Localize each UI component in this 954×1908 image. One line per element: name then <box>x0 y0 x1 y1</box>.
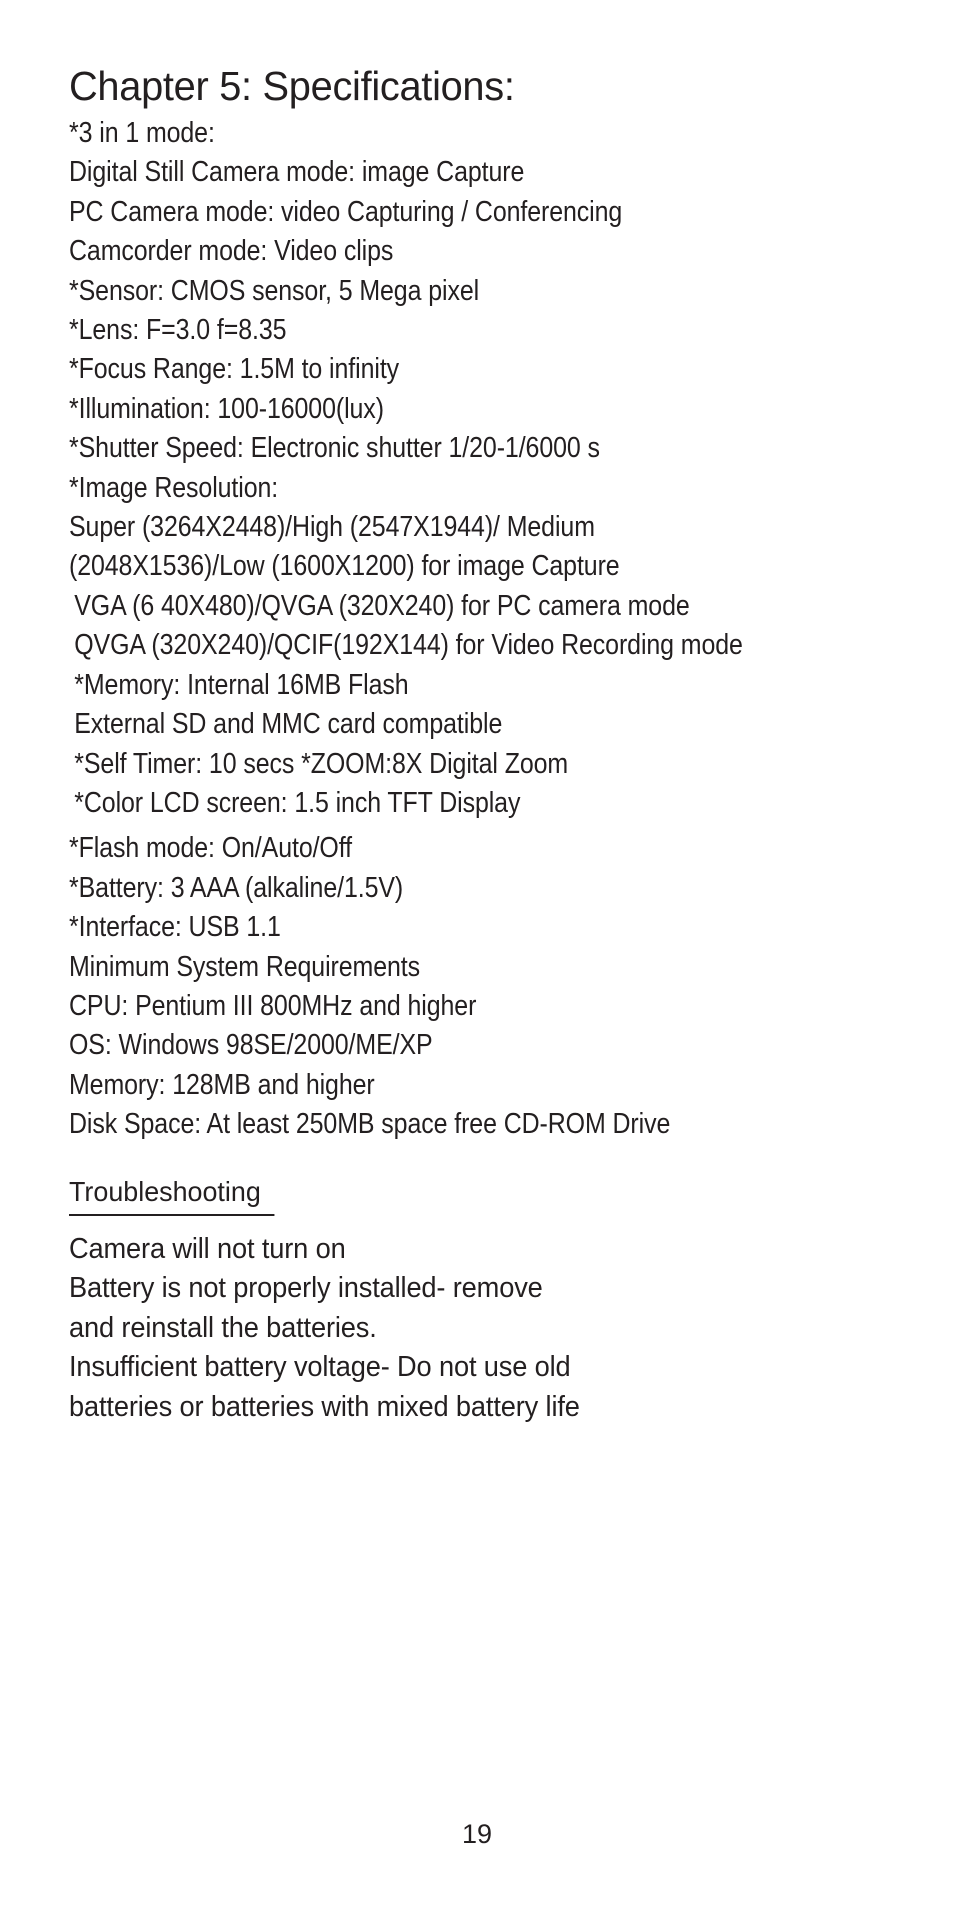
spec-line: *Sensor: CMOS sensor, 5 Mega pixel <box>69 274 480 307</box>
spec-line: Camcorder mode: Video clips <box>69 235 394 268</box>
spec-line: Minimum System Requirements <box>69 950 421 983</box>
spec-line: *Battery: 3 AAA (alkaline/1.5V) <box>69 871 404 904</box>
spec-line: Memory: 128MB and higher <box>69 1068 375 1101</box>
spec-line: VGA (6 40X480)/QVGA (320X240) for PC cam… <box>74 589 690 622</box>
spec-line: *3 in 1 mode: <box>69 117 215 149</box>
troubleshooting-line: and reinstall the batteries. <box>69 1311 377 1344</box>
page-content: Chapter 5: Specifications: *3 in 1 mode:… <box>69 62 899 1427</box>
spec-line: External SD and MMC card compatible <box>74 708 503 741</box>
spec-line: *Image Resolution: <box>69 471 279 504</box>
spec-line: *Illumination: 100-16000(lux) <box>69 392 384 425</box>
spec-line: OS: Windows 98SE/2000/ME/XP <box>69 1029 433 1062</box>
spec-line: *Flash mode: On/Auto/Off <box>69 832 352 865</box>
spec-line: Super (3264X2448)/High (2547X1944)/ Medi… <box>69 511 595 544</box>
document-page: Chapter 5: Specifications: *3 in 1 mode:… <box>0 0 954 1908</box>
specifications-list: *3 in 1 mode: Digital Still Camera mode: … <box>69 114 899 1145</box>
spec-line: *Focus Range: 1.5M to infinity <box>69 353 400 386</box>
troubleshooting-line: Insufficient battery voltage- Do not use… <box>69 1351 571 1384</box>
troubleshooting-line: batteries or batteries with mixed batter… <box>69 1390 580 1423</box>
spec-line: *Interface: USB 1.1 <box>69 911 281 944</box>
spec-line: *Shutter Speed: Electronic shutter 1/20-… <box>69 432 600 465</box>
spec-line: CPU: Pentium III 800MHz and higher <box>69 989 477 1022</box>
spec-line: (2048X1536)/Low (1600X1200) for image Ca… <box>69 550 620 583</box>
spec-line: *Lens: F=3.0 f=8.35 <box>69 314 287 347</box>
troubleshooting-line: Battery is not properly installed- remov… <box>69 1272 543 1305</box>
troubleshooting-line: Camera will not turn on <box>69 1232 346 1265</box>
page-number: 19 <box>461 1819 493 1849</box>
spec-line: QVGA (320X240)/QCIF(192X144) for Video R… <box>74 629 743 662</box>
spec-line: Digital Still Camera mode: image Capture <box>69 156 525 189</box>
spec-line: *Memory: Internal 16MB Flash <box>74 668 409 701</box>
spec-line: Disk Space: At least 250MB space free CD… <box>69 1108 671 1141</box>
troubleshooting-heading-wrapper: Troubleshooting <box>69 1175 899 1216</box>
spec-line: *Color LCD screen: 1.5 inch TFT Display <box>74 786 521 819</box>
page-title: Chapter 5: Specifications: <box>69 63 515 109</box>
troubleshooting-list: Camera will not turn on Battery is not pr… <box>69 1230 899 1428</box>
spec-line: *Self Timer: 10 secs *ZOOM:8X Digital Zo… <box>74 747 569 780</box>
troubleshooting-heading: Troubleshooting <box>69 1175 275 1216</box>
spec-line: PC Camera mode: video Capturing / Confer… <box>69 195 623 228</box>
